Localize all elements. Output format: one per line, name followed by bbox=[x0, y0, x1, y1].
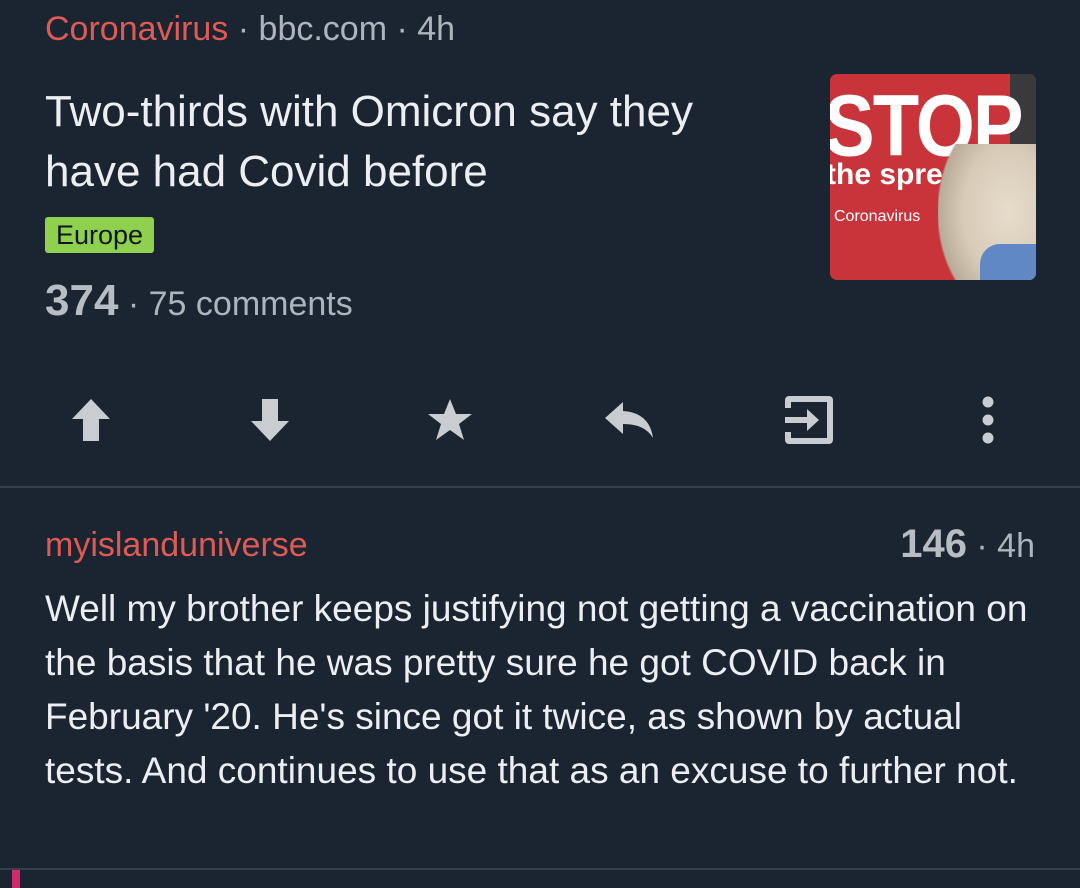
thread-depth-indicator bbox=[12, 870, 20, 888]
save-button[interactable] bbox=[420, 390, 480, 450]
thumbnail-text-coronavirus: Coronavirus bbox=[834, 208, 921, 225]
downvote-button[interactable] bbox=[240, 390, 300, 450]
post-meta: Coronavirus · bbc.com · 4h bbox=[45, 10, 455, 49]
stats-separator: · bbox=[118, 285, 149, 323]
post-flair: Europe bbox=[45, 217, 155, 253]
post-action-bar bbox=[0, 390, 1080, 450]
meta-separator: · bbox=[228, 10, 259, 48]
comment-body: Well my brother keeps justifying not get… bbox=[45, 588, 1028, 791]
thumbnail-shirt bbox=[980, 244, 1036, 280]
meta-separator: · bbox=[387, 10, 418, 48]
comment-score: 146 bbox=[900, 522, 967, 566]
comment-count[interactable]: 75 comments bbox=[149, 285, 353, 323]
comment-age: 4h bbox=[997, 527, 1035, 565]
reply-icon bbox=[605, 402, 653, 438]
post-domain[interactable]: bbc.com bbox=[259, 10, 388, 48]
more-vertical-icon bbox=[982, 396, 994, 444]
post-title[interactable]: Two-thirds with Omicron say they have ha… bbox=[45, 82, 785, 202]
comment-divider bbox=[0, 868, 1080, 870]
more-options-button[interactable] bbox=[958, 390, 1018, 450]
subreddit-link[interactable]: Coronavirus bbox=[45, 10, 228, 48]
comment[interactable]: myislanduniverse 146 · 4h Well my brothe… bbox=[0, 488, 1080, 868]
upvote-icon bbox=[72, 399, 110, 441]
reply-button[interactable] bbox=[599, 390, 659, 450]
post-stats: 374 · 75 comments bbox=[45, 276, 353, 326]
star-icon bbox=[428, 399, 472, 440]
post-card[interactable]: Coronavirus · bbc.com · 4h Two-thirds wi… bbox=[0, 0, 1080, 486]
comment-stats-separator: · bbox=[966, 527, 998, 565]
post-thumbnail[interactable]: STOP the spread Coronavirus bbox=[830, 74, 1036, 280]
upvote-button[interactable] bbox=[61, 390, 121, 450]
open-link-button[interactable] bbox=[778, 390, 838, 450]
comment-stats: 146 · 4h bbox=[900, 522, 1035, 567]
post-score: 374 bbox=[45, 276, 119, 325]
open-link-icon bbox=[785, 396, 833, 444]
post-age: 4h bbox=[417, 10, 456, 48]
downvote-icon bbox=[251, 399, 289, 441]
comment-author[interactable]: myislanduniverse bbox=[45, 526, 308, 565]
